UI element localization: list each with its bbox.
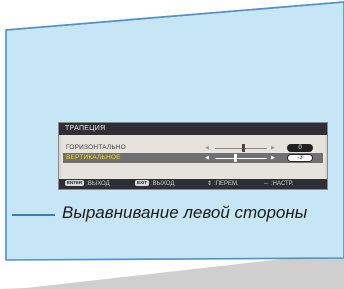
left-arrow-icon[interactable]: ◀ [205,153,209,163]
footer-label: :ПЕРЕМ. [214,181,239,187]
enter-key-icon: ENTER [65,180,85,186]
osd-footer: ENTER:ВЫХОД EXIT:ВЫХОД ⇕:ПЕРЕМ. ⇔:НАСТР. [59,179,327,189]
right-arrow-icon[interactable]: ▶ [271,143,275,153]
right-arrow-icon[interactable]: ▶ [271,153,275,163]
horizontal-slider[interactable]: ◀ ▶ [201,143,279,153]
slider-track [215,148,267,149]
horizontal-label: ГОРИЗОНТАЛЬНО [66,144,126,151]
horizontal-keystone-row[interactable]: ГОРИЗОНТАЛЬНО ◀ ▶ 0 [63,143,323,153]
vertical-keystone-row-selected[interactable]: ВЕРТИКАЛЬНОЕ ◀ ▶ -3 [63,153,323,163]
footer-adjust[interactable]: ⇔:НАСТР. [263,179,293,189]
slider-knob[interactable] [234,154,238,162]
footer-enter-exit[interactable]: ENTER:ВЫХОД [65,179,110,189]
osd-title: ТРАПЕЦИЯ [59,123,327,135]
left-arrow-icon[interactable]: ◀ [205,143,209,153]
footer-label: :ВЫХОД [86,181,110,187]
exit-key-icon: EXIT [135,180,150,186]
footer-exit-exit[interactable]: EXIT:ВЫХОД [135,179,174,189]
updown-arrows-icon: ⇕ [207,181,213,187]
footer-label: :ВЫХОД [151,181,175,187]
slider-knob[interactable] [242,144,246,152]
footer-move[interactable]: ⇕:ПЕРЕМ. [207,179,239,189]
footer-label: :НАСТР. [271,181,294,187]
horizontal-value: 0 [287,144,313,152]
osd-body: ГОРИЗОНТАЛЬНО ◀ ▶ 0 ВЕРТИКАЛЬНОЕ ◀ ▶ -3 [61,135,325,179]
leftright-arrows-icon: ⇔ [263,181,269,187]
callout-caption: Выравнивание левой стороны [62,203,308,222]
vertical-label: ВЕРТИКАЛЬНОЕ [66,154,121,161]
callout-pointer-line [12,214,55,216]
keystone-osd-menu: ТРАПЕЦИЯ ГОРИЗОНТАЛЬНО ◀ ▶ 0 ВЕРТИКАЛЬНО… [58,122,328,190]
vertical-slider[interactable]: ◀ ▶ [201,153,279,163]
vertical-value: -3 [287,154,313,162]
slider-track [215,158,267,159]
